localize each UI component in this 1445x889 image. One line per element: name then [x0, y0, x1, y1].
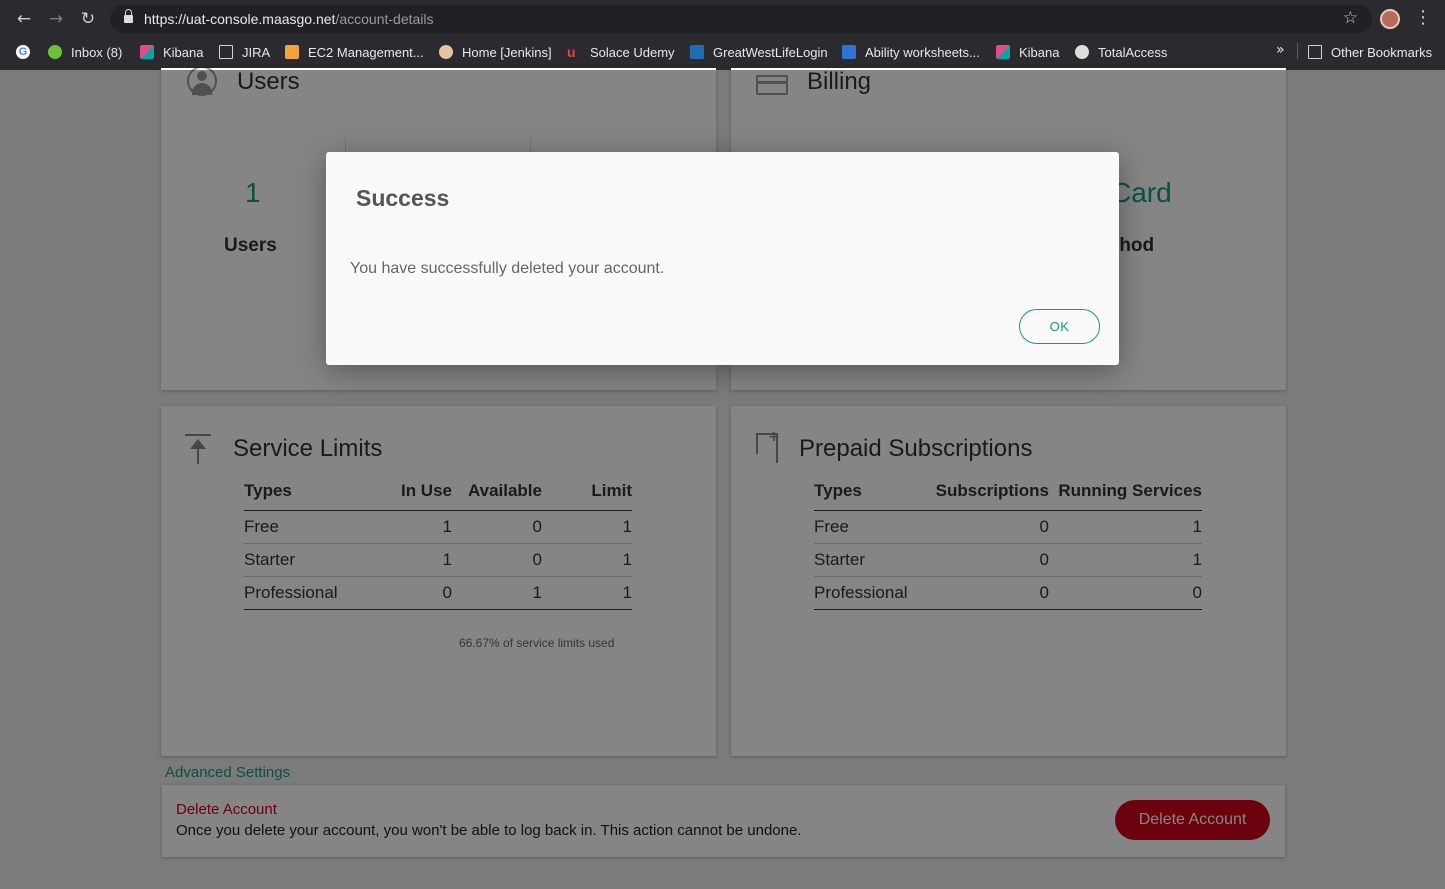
bookmark-label: JIRA: [242, 44, 271, 60]
bookmark-kibana-2[interactable]: Kibana: [996, 43, 1059, 61]
bookmarks-overflow-chevron[interactable]: »: [1276, 42, 1285, 58]
bookmark-label: EC2 Management...: [308, 44, 424, 60]
bookmark-kibana[interactable]: Kibana: [140, 43, 203, 61]
other-bookmarks-label: Other Bookmarks: [1331, 44, 1433, 60]
worksheet-icon: [842, 45, 856, 59]
url-host: https://uat-console.maasgo.net: [144, 11, 336, 27]
bookmarks-bar: G Inbox (8) Kibana JIRA EC2 Management..…: [0, 38, 1445, 66]
bookmark-label: GreatWestLifeLogin: [713, 44, 828, 60]
kibana-icon: [140, 45, 154, 59]
url-text[interactable]: https://uat-console.maasgo.net/account-d…: [144, 11, 434, 27]
bookmark-ec2[interactable]: EC2 Management...: [285, 43, 424, 61]
jenkins-icon: [439, 45, 453, 59]
lock-icon: [124, 9, 133, 24]
bookmark-udemy[interactable]: u Solace Udemy: [567, 43, 675, 61]
bookmark-jira[interactable]: JIRA: [219, 43, 270, 61]
url-path: /account-details: [335, 11, 434, 27]
globe-icon: [1075, 45, 1089, 59]
browser-toolbar: ← → ↻ https://uat-console.maasgo.net/acc…: [0, 0, 1445, 37]
bookmarks-divider: [1297, 43, 1298, 59]
other-bookmarks[interactable]: Other Bookmarks: [1308, 43, 1432, 61]
bookmark-label: Solace Udemy: [590, 44, 675, 60]
ok-button[interactable]: OK: [1019, 309, 1100, 344]
dialog-message: You have successfully deleted your accou…: [350, 260, 665, 277]
bookmark-ability[interactable]: Ability worksheets...: [842, 43, 980, 61]
success-dialog: Success You have successfully deleted yo…: [326, 152, 1119, 365]
address-bar[interactable]: https://uat-console.maasgo.net/account-d…: [110, 5, 1372, 33]
udemy-icon: u: [567, 44, 576, 60]
bookmark-greatwest[interactable]: GreatWestLifeLogin: [690, 43, 828, 61]
bookmark-label: Kibana: [163, 44, 204, 60]
bookmark-inbox[interactable]: Inbox (8): [48, 43, 122, 61]
bookmark-jenkins[interactable]: Home [Jenkins]: [439, 43, 552, 61]
kibana-icon: [996, 45, 1010, 59]
aws-icon: [285, 45, 299, 59]
profile-avatar[interactable]: [1380, 9, 1400, 29]
inbox-icon: [48, 45, 62, 59]
folder-icon: [1308, 45, 1322, 59]
browser-chrome: ← → ↻ https://uat-console.maasgo.net/acc…: [0, 0, 1445, 70]
bookmark-totalaccess[interactable]: TotalAccess: [1075, 43, 1167, 61]
dialog-title: Success: [356, 185, 450, 211]
bookmark-google[interactable]: G: [16, 43, 39, 61]
bookmark-label: Ability worksheets...: [865, 44, 980, 60]
bookmark-label: Kibana: [1019, 44, 1060, 60]
back-arrow-icon[interactable]: ←: [13, 8, 35, 30]
reload-icon[interactable]: ↻: [77, 8, 99, 30]
folder-icon: [219, 45, 233, 59]
google-icon: G: [16, 45, 30, 59]
menu-kebab-icon[interactable]: ⋮: [1414, 8, 1432, 28]
bookmark-star-icon[interactable]: ☆: [1343, 8, 1358, 28]
bookmark-label: TotalAccess: [1098, 44, 1168, 60]
key-icon: [690, 45, 704, 59]
bookmark-label: Home [Jenkins]: [462, 44, 552, 60]
bookmark-label: Inbox (8): [71, 44, 123, 60]
forward-arrow-icon[interactable]: →: [45, 8, 67, 30]
